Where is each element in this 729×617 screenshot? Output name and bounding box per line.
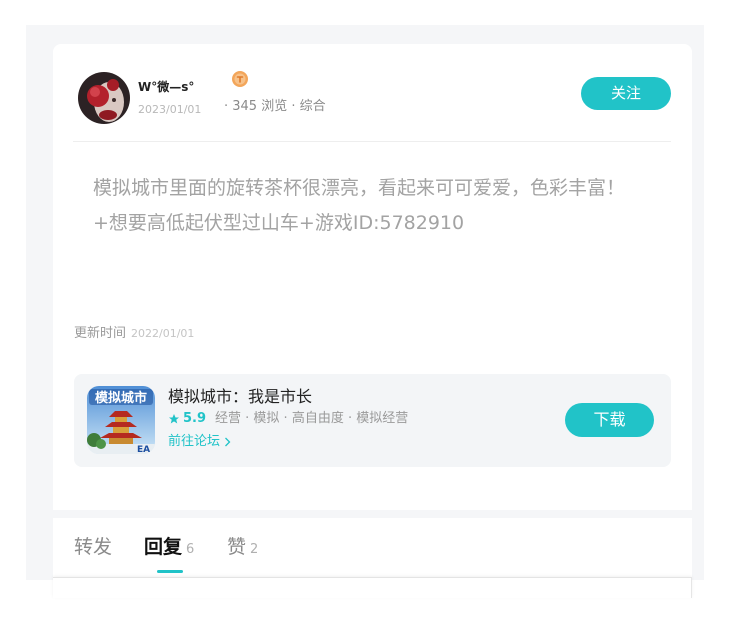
forum-link-label: 前往论坛 — [168, 434, 221, 449]
post-date: 2023/01/01 — [138, 103, 202, 116]
author-name[interactable]: W°微—s° — [138, 80, 194, 95]
active-tab-indicator — [157, 570, 183, 573]
game-title[interactable]: 模拟城市：我是市长 — [168, 387, 312, 406]
tab-label: 回复 — [144, 536, 183, 558]
avatar-image — [78, 72, 130, 124]
chevron-right-icon — [224, 437, 231, 447]
post-content: 模拟城市里面的旋转茶杯很漂亮，看起来可可爱爱，色彩丰富！ +想要高低起伏型过山车… — [93, 171, 678, 241]
star-icon — [168, 413, 180, 425]
reply-list-container — [53, 577, 692, 598]
game-icon-brand: EA — [137, 445, 150, 454]
post-stats: · 345 浏览 · 综合 — [224, 99, 326, 114]
tab-repost[interactable]: 转发 — [74, 535, 112, 559]
updated-date: 2022/01/01 — [131, 327, 195, 340]
post-content-line: 模拟城市里面的旋转茶杯很漂亮，看起来可可爱爱，色彩丰富！ — [93, 177, 626, 199]
orange-level-badge-icon — [232, 71, 248, 87]
tab-label: 转发 — [74, 536, 113, 558]
tab-count: 2 — [250, 542, 259, 557]
interaction-tabs: 转发 回复 6 赞2 — [53, 518, 692, 577]
tab-label: 赞 — [227, 536, 247, 558]
game-meta: 5.9 经营 · 模拟 · 高自由度 · 模拟经营 — [168, 411, 408, 427]
game-rating: 5.9 — [183, 411, 207, 426]
tab-likes[interactable]: 赞2 — [227, 535, 258, 562]
header-divider — [73, 141, 671, 142]
tab-count: 6 — [186, 542, 195, 557]
follow-button[interactable]: 关注 — [581, 77, 671, 110]
updated-label: 更新时间 — [74, 326, 127, 341]
updated-time: 更新时间 2022/01/01 — [74, 326, 194, 342]
forum-link[interactable]: 前往论坛 — [168, 434, 231, 450]
game-card[interactable]: 模拟城市 EA 模拟城市：我是市长 5.9 经营 · 模拟 · 高自由度 · 模… — [74, 374, 671, 467]
post-content-line: +想要高低起伏型过山车+游戏ID:5782910 — [93, 212, 465, 234]
game-icon-logo-text: 模拟城市 — [95, 390, 147, 406]
game-tags: 经营 · 模拟 · 高自由度 · 模拟经营 — [215, 411, 409, 426]
simcity-game-icon[interactable]: 模拟城市 EA — [87, 386, 155, 454]
post-card: W°微—s° 2023/01/01 · 345 浏览 · 综合 关注 模拟城市里… — [53, 44, 692, 510]
download-button[interactable]: 下载 — [565, 403, 654, 437]
tab-replies[interactable]: 回复 6 — [144, 535, 194, 562]
author-avatar[interactable] — [78, 72, 130, 124]
